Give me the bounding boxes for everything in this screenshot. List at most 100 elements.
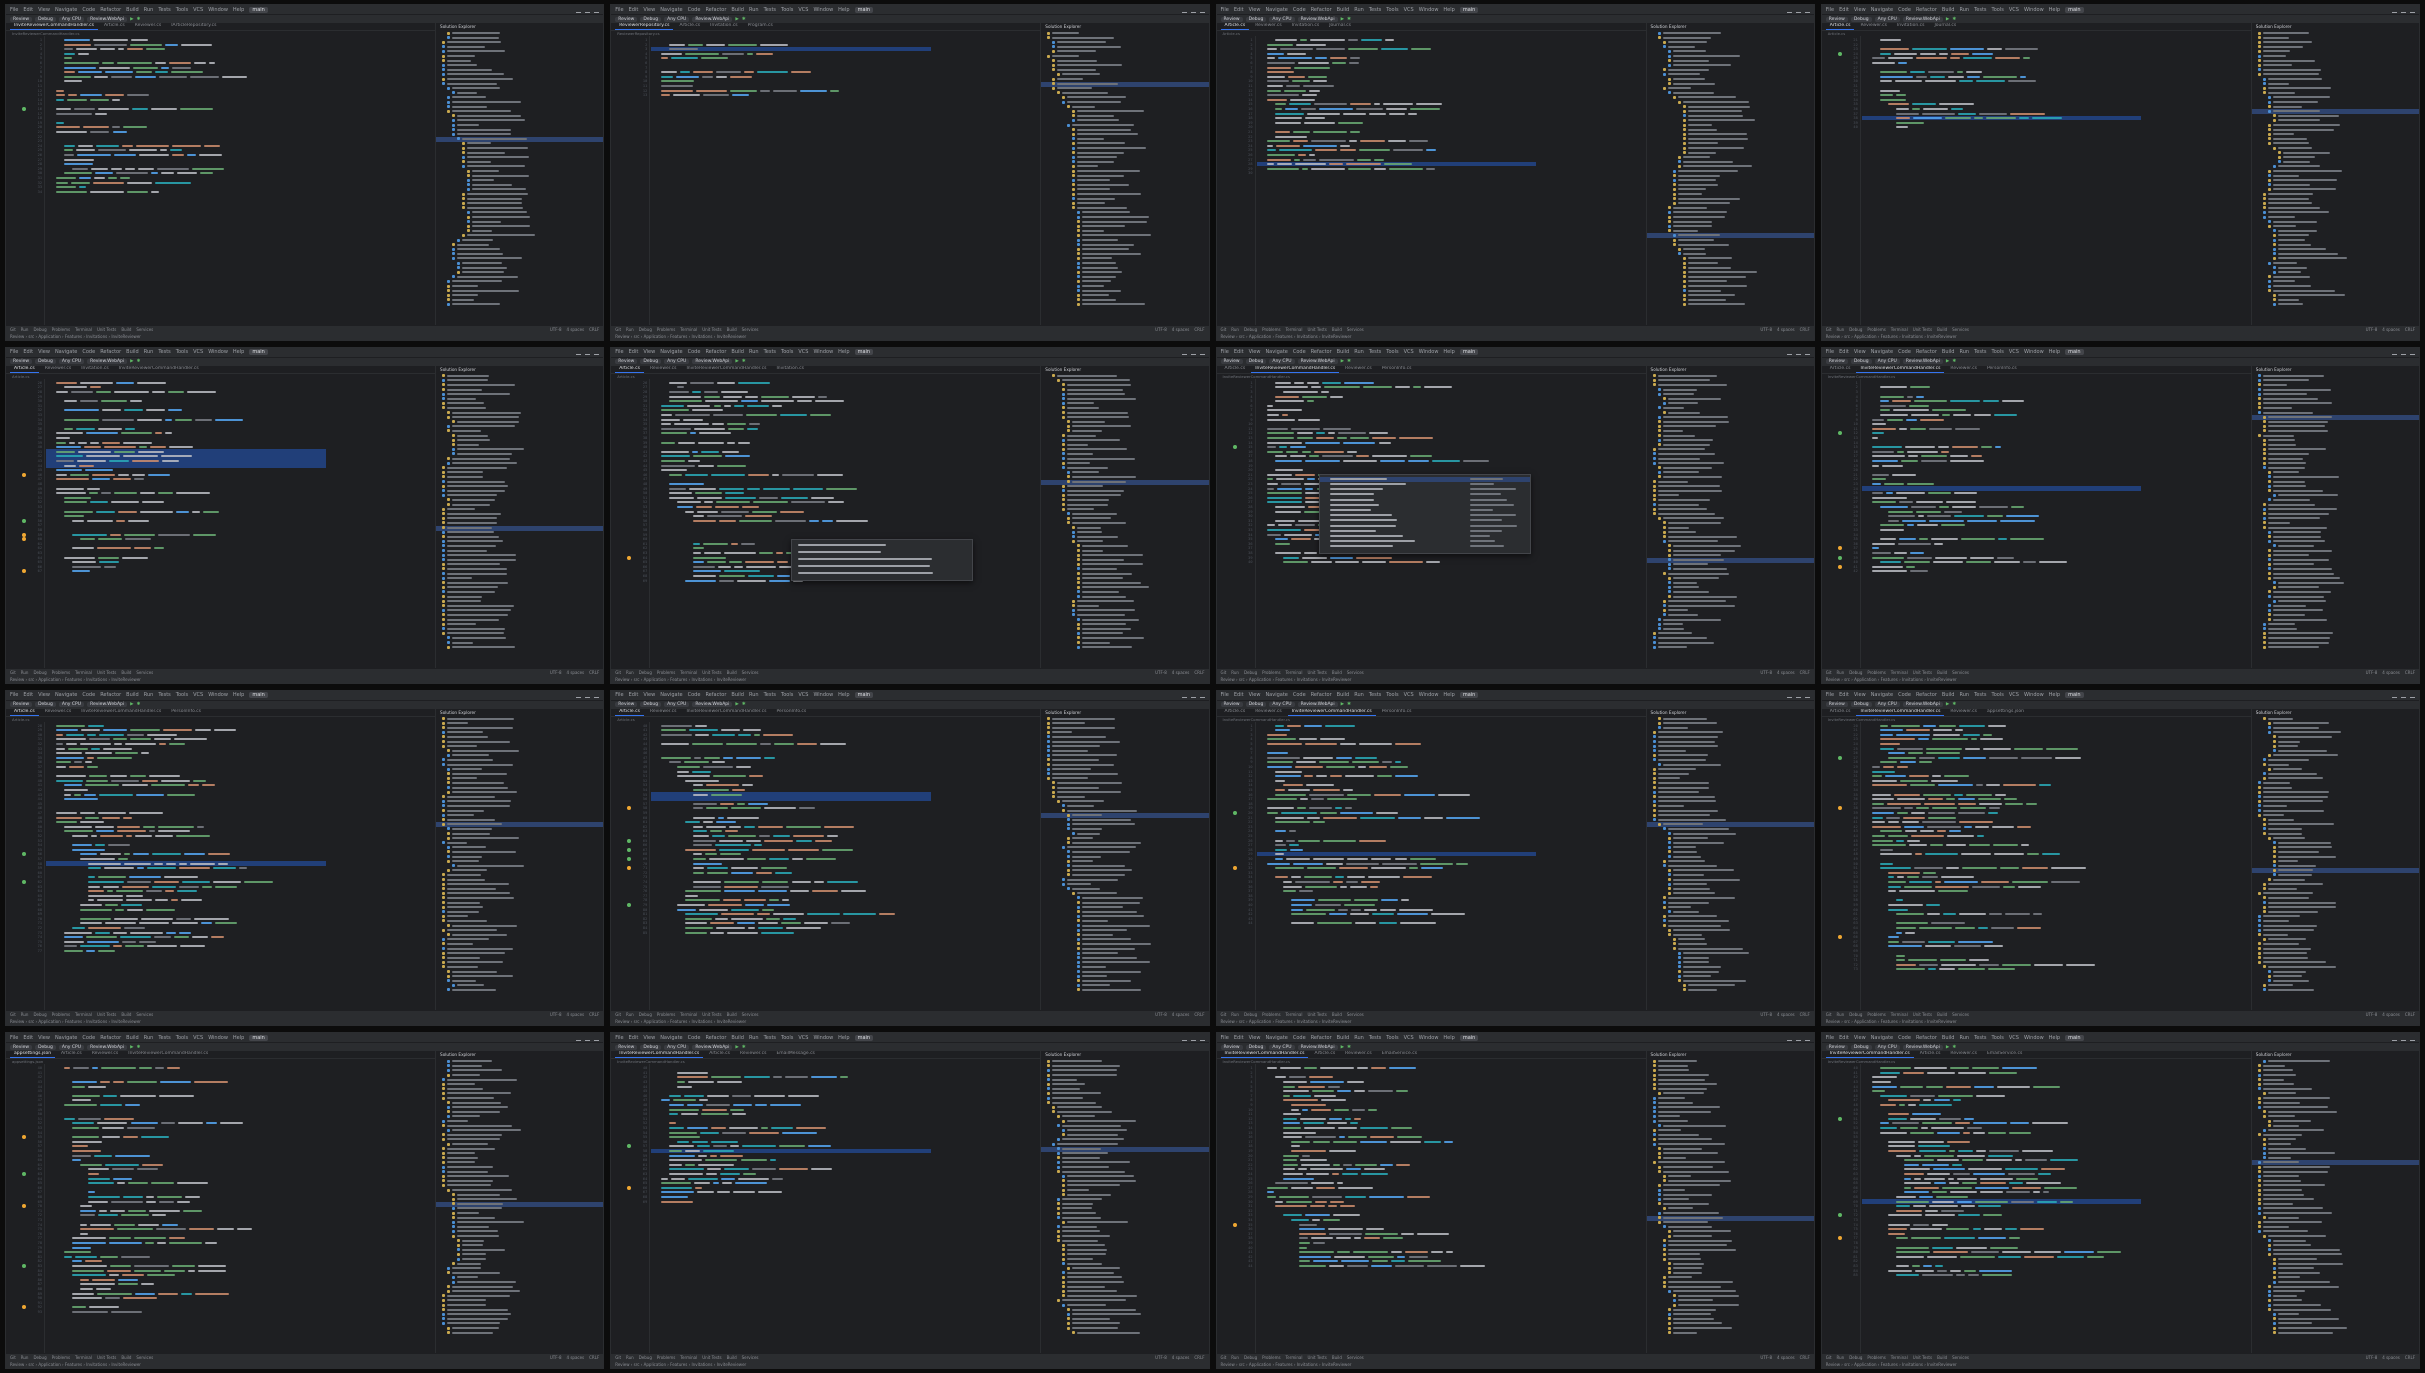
tree-item[interactable] [1662,726,1689,729]
tree-item[interactable] [2262,786,2292,789]
tree-item[interactable] [447,590,495,593]
tree-item[interactable] [1067,489,1124,492]
menu-item[interactable]: Edit [1839,692,1849,698]
tree-item[interactable] [447,558,517,561]
tree-item[interactable] [2267,636,2331,639]
tree-item[interactable] [447,1078,517,1081]
tree-item[interactable] [1687,124,1713,126]
tree-item[interactable] [1657,754,1708,757]
debug-icon[interactable]: ✱ [137,17,141,22]
debug-icon[interactable]: ✱ [1347,17,1351,22]
tree-item[interactable] [1077,206,1127,209]
tree-item[interactable] [1662,393,1695,396]
tree-item[interactable] [1067,485,1104,488]
menu-item[interactable]: Edit [1839,7,1849,13]
tree-item[interactable] [2262,809,2324,812]
tree-item[interactable] [1672,544,1741,547]
tree-item[interactable] [1082,581,1142,584]
solution-explorer[interactable]: Solution Explorer [1040,23,1209,326]
tree-item[interactable] [1662,429,1684,432]
tree-item[interactable] [1067,1193,1112,1196]
tree-item[interactable] [1662,439,1714,442]
solution-explorer[interactable]: Solution Explorer [1040,365,1209,669]
tree-item[interactable] [467,151,505,154]
tree-item[interactable] [457,984,485,987]
tree-item[interactable] [452,791,517,794]
tree-item[interactable] [1077,170,1141,172]
encoding-indicator[interactable]: UTF-8 [1760,1012,1772,1017]
tree-item[interactable] [452,1290,521,1293]
tree-item[interactable] [1067,1129,1128,1132]
run-target-dropdown[interactable]: Review.WebApi [692,702,733,707]
tree-item[interactable] [452,979,476,982]
menu-item[interactable]: VCS [2009,7,2019,13]
menu-item[interactable]: View [38,1035,50,1041]
tree-item[interactable] [1682,979,1747,982]
menu-item[interactable]: Tools [1992,7,2004,13]
tool-window-button[interactable]: Git [1221,1012,1227,1017]
tree-item[interactable] [467,147,529,149]
gutter-marker-icon[interactable] [22,472,26,477]
tree-item[interactable] [2277,147,2312,149]
menu-item[interactable]: Refactor [705,1035,726,1041]
project-dropdown[interactable]: Review [1825,702,1848,707]
tool-window-button[interactable]: Build [727,327,737,332]
menu-item[interactable]: Build [731,7,744,13]
tree-item[interactable] [472,188,527,191]
tree-item[interactable] [447,466,507,469]
tree-item[interactable] [1082,211,1131,214]
tree-item[interactable] [2272,531,2321,534]
tool-window-button[interactable]: Debug [33,327,46,332]
tree-item[interactable] [1667,924,1722,927]
tool-window-button[interactable]: Run [21,327,29,332]
tree-item[interactable] [1682,952,1749,955]
run-icon[interactable]: ▶ [130,359,133,364]
tree-item[interactable] [447,717,515,720]
editor-tab[interactable]: PersonInfo.cs [1378,709,1416,716]
completion-item[interactable] [1329,482,1406,485]
menu-item[interactable]: Navigate [660,692,682,698]
menu-item[interactable]: Help [1443,692,1454,698]
run-target-dropdown[interactable]: Review.WebApi [692,359,733,365]
tree-item[interactable] [447,1152,475,1155]
tree-item[interactable] [1687,142,1719,145]
tool-window-button[interactable]: Problems [657,327,675,332]
run-icon[interactable]: ▶ [735,702,738,707]
tree-item[interactable] [447,910,479,913]
tree-item[interactable] [1062,1147,1102,1150]
code-editor[interactable]: 28 29 30 31 32 33 34 35 36 37 38 39 40 41 42 43 44 45 46 47… [6,721,436,1012]
menu-item[interactable]: File [1221,692,1229,698]
tree-item[interactable] [2272,572,2335,575]
tool-window-button[interactable]: Git [615,1355,621,1360]
tool-window-button[interactable]: Unit Tests [1307,1012,1326,1017]
tree-item[interactable] [1067,383,1132,386]
tree-item[interactable] [2272,609,2324,612]
menu-item[interactable]: VCS [193,1035,203,1041]
tree-item[interactable] [1077,600,1134,603]
tree-item[interactable] [452,850,516,853]
tree-item[interactable] [447,508,476,511]
branch-selector[interactable]: main [1459,692,1479,698]
project-dropdown[interactable]: Review [1825,359,1848,365]
editor-tab[interactable]: Journal.cs [1325,23,1355,30]
run-icon[interactable]: ▶ [1946,359,1949,364]
tree-item[interactable] [1657,632,1693,635]
tree-item[interactable] [2272,563,2315,566]
tree-item[interactable] [2272,567,2332,570]
tree-item[interactable] [1067,1133,1118,1136]
tree-item[interactable] [2262,814,2284,817]
tree-item[interactable] [1667,896,1735,899]
tool-window-button[interactable]: Debug [1244,670,1257,675]
maximize-icon[interactable] [1190,349,1196,356]
tree-item[interactable] [1082,252,1141,255]
project-dropdown[interactable]: Review [10,359,33,365]
tree-item[interactable] [447,595,482,598]
tree-item[interactable] [1677,183,1718,186]
tree-item[interactable] [472,170,499,172]
tree-item[interactable] [447,1138,501,1141]
tree-item[interactable] [1067,1175,1134,1178]
tree-item[interactable] [2267,832,2302,835]
tool-window-button[interactable]: Debug [1849,327,1862,332]
editor-tab[interactable]: InviteReviewerCommandHandler.cs [1856,366,1945,373]
tree-item[interactable] [1657,489,1723,492]
